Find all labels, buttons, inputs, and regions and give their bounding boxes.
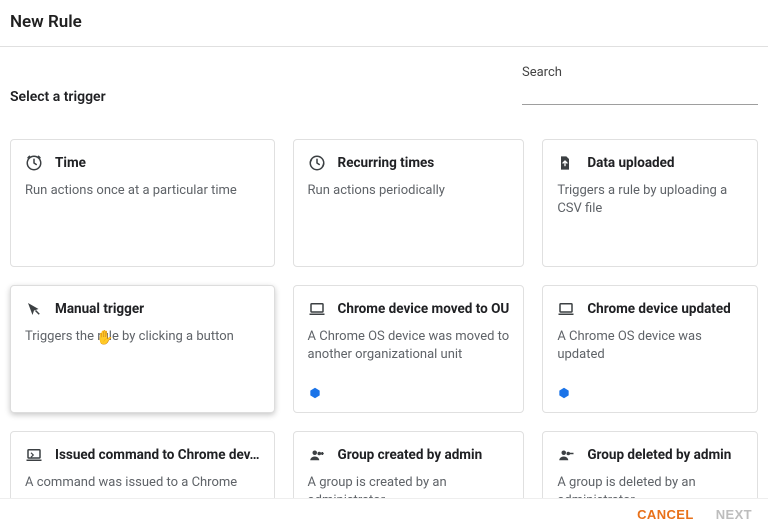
card-desc: A Chrome OS device was moved to another … — [308, 328, 510, 364]
group-remove-icon — [557, 446, 575, 464]
group-add-icon — [308, 446, 326, 464]
card-title: Issued command to Chrome dev… — [55, 447, 260, 463]
next-button[interactable]: Next — [716, 507, 752, 522]
page-title: New Rule — [10, 12, 758, 32]
recurring-icon — [308, 154, 326, 172]
laptop-command-icon — [25, 446, 43, 464]
hexagon-badge-icon — [557, 386, 571, 400]
card-title: Chrome device updated — [587, 301, 730, 317]
card-title: Data uploaded — [587, 155, 674, 171]
file-upload-icon — [557, 154, 575, 172]
cancel-button[interactable]: Cancel — [637, 507, 694, 522]
card-title: Chrome device moved to OU — [338, 301, 510, 317]
trigger-card-device-moved[interactable]: Chrome device moved to OU A Chrome OS de… — [293, 285, 525, 413]
search-label: Search — [522, 65, 758, 82]
cursor-click-icon — [25, 300, 43, 318]
laptop-icon — [557, 300, 575, 318]
footer: Cancel Next — [0, 498, 768, 530]
section-title: Select a trigger — [10, 89, 106, 105]
card-title: Recurring times — [338, 155, 435, 171]
trigger-card-recurring[interactable]: Recurring times Run actions periodically — [293, 139, 525, 267]
hexagon-badge-icon — [308, 386, 322, 400]
card-desc: A command was issued to a Chrome — [25, 474, 260, 492]
trigger-card-device-updated[interactable]: Chrome device updated A Chrome OS device… — [542, 285, 758, 413]
search-field[interactable]: Search — [522, 65, 758, 105]
card-desc: A Chrome OS device was updated — [557, 328, 743, 364]
trigger-card-time[interactable]: Time Run actions once at a particular ti… — [10, 139, 275, 267]
trigger-card-manual[interactable]: Manual trigger Triggers the rule by clic… — [10, 285, 275, 413]
trigger-grid: Time Run actions once at a particular ti… — [0, 109, 768, 517]
card-desc: Triggers a rule by uploading a CSV file — [557, 182, 743, 218]
card-desc: Run actions once at a particular time — [25, 182, 260, 200]
card-title: Group deleted by admin — [587, 447, 731, 463]
card-title: Time — [55, 155, 86, 171]
trigger-card-data-uploaded[interactable]: Data uploaded Triggers a rule by uploadi… — [542, 139, 758, 267]
card-desc: Run actions periodically — [308, 182, 510, 200]
card-title: Manual trigger — [55, 301, 144, 317]
card-title: Group created by admin — [338, 447, 483, 463]
card-desc: Triggers the rule by clicking a button — [25, 328, 260, 346]
laptop-icon — [308, 300, 326, 318]
search-input[interactable] — [522, 82, 758, 105]
header: New Rule — [0, 0, 768, 47]
clock-icon — [25, 154, 43, 172]
